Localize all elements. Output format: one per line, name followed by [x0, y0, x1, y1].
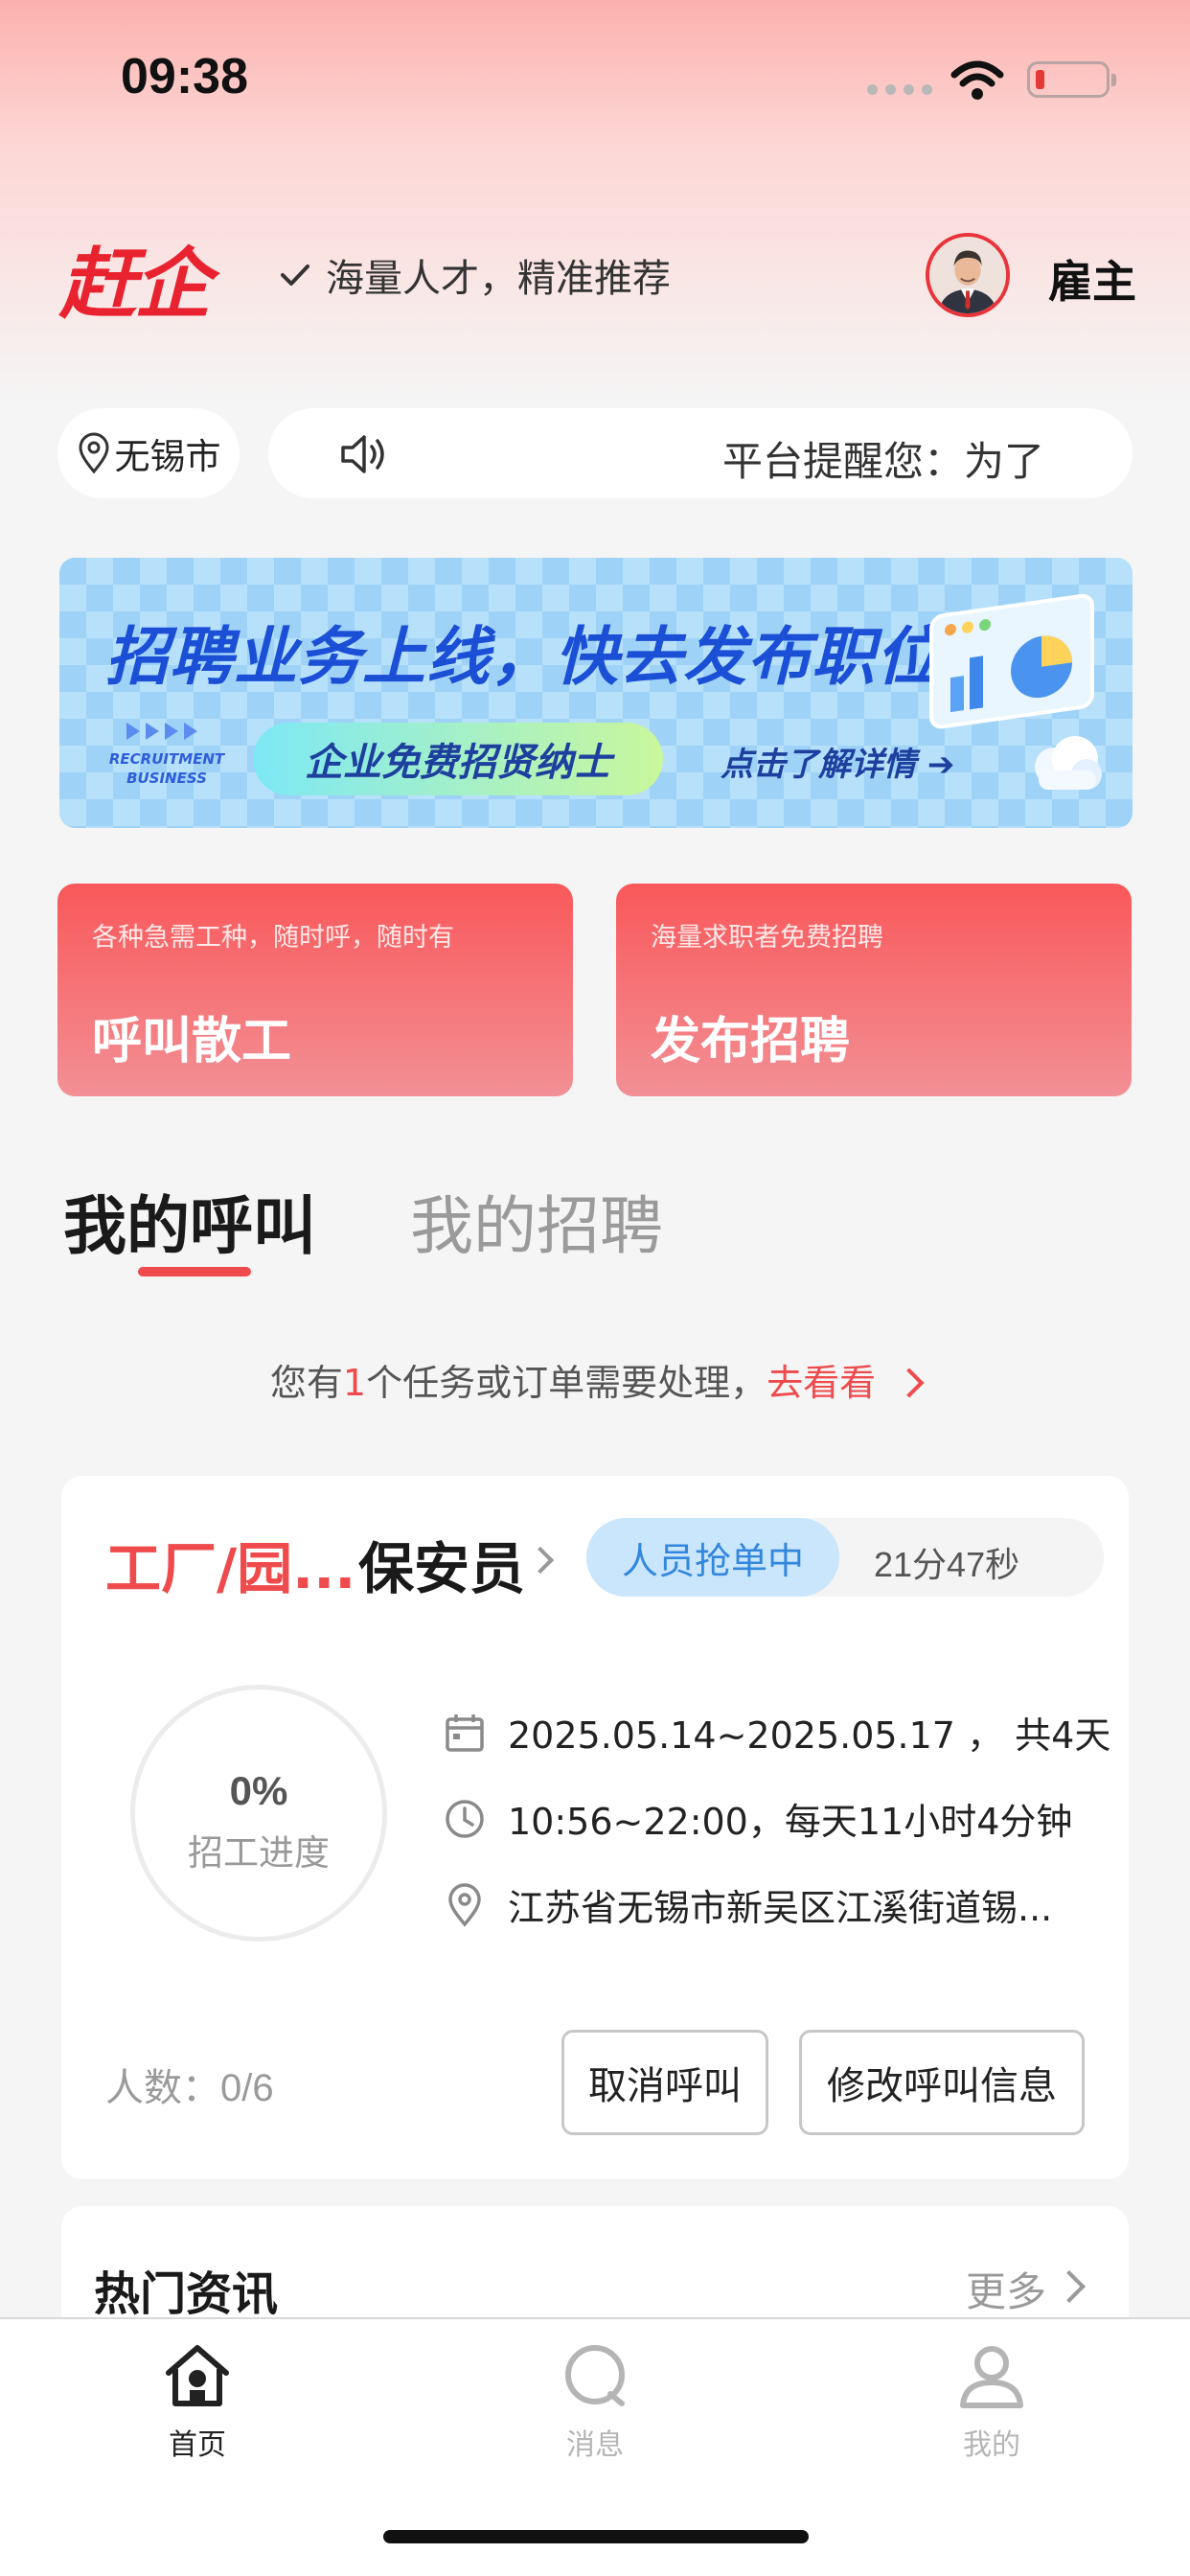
- cloud-icon: [1035, 736, 1102, 790]
- tab-my-recruitment[interactable]: 我的招聘: [410, 1175, 663, 1267]
- date-range-text: 2025.05.14~2025.05.17 ， 共4天: [508, 1714, 1111, 1757]
- call-order-card[interactable]: 工厂/园... 保安员 人员抢单中 21分47秒 0% 招工进度 2025.05…: [61, 1476, 1129, 2179]
- wifi-icon: [950, 60, 1004, 100]
- order-status-bar: 人员抢单中 21分47秒: [586, 1518, 1104, 1597]
- clock-icon: [446, 1799, 484, 1838]
- avatar-portrait-icon: [929, 237, 1006, 313]
- more-link[interactable]: 更多: [966, 2260, 1046, 2318]
- chevron-right-icon: [1053, 2270, 1086, 2303]
- post-job-subtitle: 海量求职者免费招聘: [651, 923, 883, 953]
- home-indicator: [383, 2530, 809, 2543]
- notice-text: 平台提醒您：为了: [722, 438, 1045, 485]
- active-tab-indicator: [138, 1267, 251, 1276]
- home-icon: [166, 2345, 229, 2406]
- cellular-signal-icon: [867, 84, 932, 95]
- date-range-row: 2025.05.14~2025.05.17 ， 共4天: [443, 1706, 1110, 1759]
- city-selector[interactable]: 无锡市: [57, 408, 240, 498]
- order-place: 工厂/园...: [105, 1536, 356, 1601]
- post-job-title: 发布招聘: [651, 1013, 851, 1070]
- check-icon: [281, 264, 309, 286]
- view-tasks-link[interactable]: 去看看: [767, 1362, 876, 1404]
- time-range-row: 10:56~22:00，每天11小时4分钟: [443, 1792, 1072, 1845]
- call-temp-worker-subtitle: 各种急需工种，随时呼，随时有: [92, 923, 454, 953]
- role-switch[interactable]: 雇主: [1048, 247, 1136, 310]
- tab-home[interactable]: 首页: [121, 2340, 274, 2463]
- message-icon: [565, 2345, 625, 2406]
- notice-bar[interactable]: 平台提醒您：为了: [268, 408, 1133, 498]
- status-time: 09:38: [121, 49, 248, 104]
- pending-task-count: 1: [342, 1362, 367, 1404]
- tab-messages[interactable]: 消息: [518, 2340, 672, 2463]
- battery-icon: [1027, 61, 1116, 98]
- arrows-decoration-icon: [126, 723, 197, 740]
- order-job: 保安员: [358, 1536, 526, 1601]
- banner-chip: 企业免费招贤纳士: [253, 723, 663, 795]
- edit-call-info-button[interactable]: 修改呼叫信息: [799, 2030, 1085, 2135]
- chevron-right-icon: [526, 1546, 555, 1575]
- tab-my-calls[interactable]: 我的呼叫: [63, 1175, 316, 1267]
- countdown-timer: 21分47秒: [874, 1545, 1020, 1584]
- chevron-right-icon: [894, 1367, 925, 1398]
- chart-illustration-icon: [929, 593, 1094, 729]
- tab-messages-label: 消息: [566, 2428, 624, 2462]
- tab-home-label: 首页: [169, 2428, 226, 2462]
- app-logo: 赶企: [59, 239, 211, 329]
- banner-detail-link[interactable]: 点击了解详情 ➔: [721, 738, 954, 785]
- tab-profile-label: 我的: [963, 2428, 1020, 2462]
- slogan-text: 海量人才，精准推荐: [326, 257, 671, 301]
- call-temp-worker-card[interactable]: 各种急需工种，随时呼，随时有 呼叫散工: [57, 884, 573, 1096]
- hiring-progress-ring: 0% 招工进度: [130, 1685, 387, 1942]
- banner-english: RECRUITMENT BUSINESS: [108, 750, 225, 787]
- slogan: 海量人才，精准推荐: [278, 247, 671, 303]
- location-pin-icon: [448, 1882, 481, 1927]
- city-name: 无锡市: [114, 436, 221, 477]
- banner-headline: 招聘业务上线，快去发布职位！: [105, 620, 1004, 694]
- post-job-card[interactable]: 海量求职者免费招聘 发布招聘: [616, 884, 1132, 1096]
- address-row: 江苏省无锡市新吴区江溪街道锡...: [443, 1878, 1052, 1931]
- avatar[interactable]: [926, 233, 1010, 317]
- speaker-icon: [341, 435, 384, 473]
- app-screen: 09:38 赶企 海量人才，精准推荐 雇主 无锡市 平台提醒您：为了 招聘业务上…: [0, 0, 1190, 2576]
- cancel-call-button[interactable]: 取消呼叫: [561, 2030, 768, 2135]
- status-badge: 人员抢单中: [586, 1518, 839, 1597]
- call-temp-worker-title: 呼叫散工: [92, 1013, 292, 1070]
- progress-percent: 0%: [229, 1768, 288, 1813]
- status-bar: 09:38: [0, 0, 1190, 153]
- headcount-text: 人数：0/6: [105, 2067, 274, 2109]
- time-range-text: 10:56~22:00，每天11小时4分钟: [508, 1801, 1073, 1843]
- location-pin-icon: [78, 432, 109, 474]
- tab-profile[interactable]: 我的: [915, 2340, 1068, 2463]
- section-title: 热门资讯: [94, 2267, 279, 2321]
- pending-task-tip[interactable]: 您有1个任务或订单需要处理，去看看: [0, 1353, 1190, 1406]
- calendar-icon: [446, 1714, 484, 1752]
- address-text: 江苏省无锡市新吴区江溪街道锡...: [508, 1887, 1053, 1929]
- user-icon: [960, 2346, 1023, 2408]
- progress-label: 招工进度: [188, 1832, 330, 1874]
- promo-banner[interactable]: 招聘业务上线，快去发布职位！ RECRUITMENT BUSINESS 企业免费…: [59, 558, 1133, 828]
